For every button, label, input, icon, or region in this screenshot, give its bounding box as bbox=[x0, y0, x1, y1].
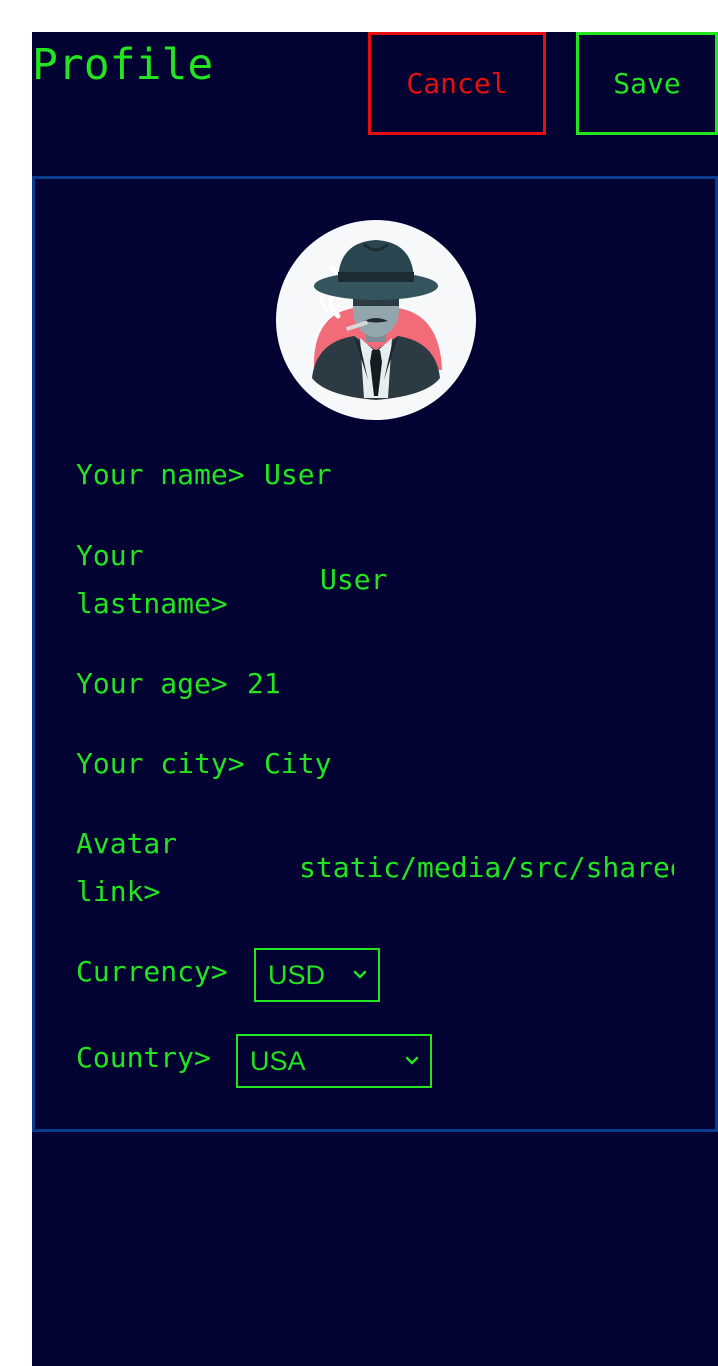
save-button[interactable]: Save bbox=[576, 32, 718, 135]
avatar bbox=[276, 220, 476, 420]
profile-page: Profile Cancel Save Your name> User Your… bbox=[32, 32, 718, 1366]
avatar-link-input[interactable] bbox=[299, 844, 674, 892]
country-label: Country> bbox=[76, 1041, 211, 1074]
age-label: Your age> bbox=[76, 667, 228, 700]
currency-select[interactable]: USD bbox=[254, 948, 380, 1002]
avatar-link-label-line2: link> bbox=[76, 875, 161, 908]
spy-avatar-icon bbox=[312, 240, 442, 400]
name-input[interactable] bbox=[264, 451, 564, 499]
lastname-label-line2: lastname> bbox=[76, 587, 228, 620]
city-label: Your city> bbox=[76, 747, 245, 780]
cancel-button[interactable]: Cancel bbox=[368, 32, 546, 135]
currency-select-value: USD bbox=[268, 959, 326, 990]
name-label: Your name> bbox=[76, 458, 245, 491]
city-input[interactable] bbox=[264, 740, 564, 788]
lastname-label-line1: Your bbox=[76, 539, 144, 572]
avatar-link-label-line1: Avatar bbox=[76, 827, 178, 860]
country-select-value: USA bbox=[250, 1045, 306, 1076]
chevron-down-icon bbox=[405, 1056, 419, 1065]
age-input[interactable] bbox=[247, 660, 547, 708]
chevron-down-icon bbox=[353, 970, 367, 979]
currency-label: Currency> bbox=[76, 955, 228, 988]
lastname-input[interactable] bbox=[320, 556, 620, 604]
country-select[interactable]: USA bbox=[236, 1034, 432, 1088]
page-title: Profile bbox=[32, 40, 214, 90]
